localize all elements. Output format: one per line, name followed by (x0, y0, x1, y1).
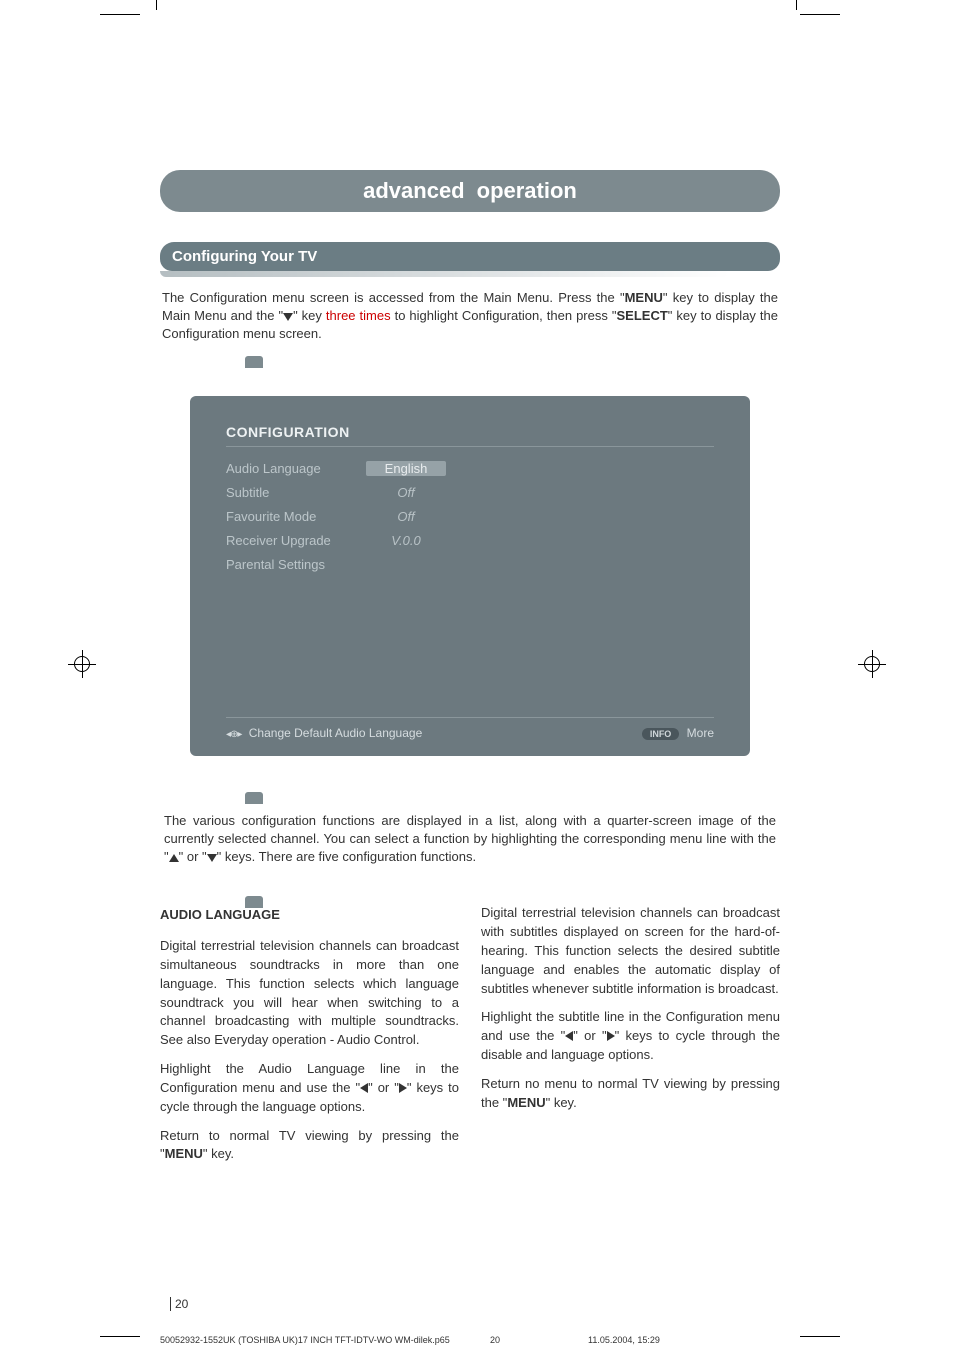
intro-paragraph: The Configuration menu screen is accesse… (160, 289, 780, 344)
explain-box: The various configuration functions are … (160, 800, 780, 879)
osd-hint-left: ◂⊕▸ Change Default Audio Language (226, 726, 422, 740)
crop-mark (156, 0, 157, 10)
osd-label: Subtitle (226, 485, 366, 500)
explain-paragraph: The various configuration functions are … (164, 812, 776, 867)
arrow-right-icon (399, 1083, 407, 1093)
column-right: Digital terrestrial television channels … (481, 904, 780, 1174)
configuration-menu: CONFIGURATION Audio Language English Sub… (190, 396, 750, 756)
osd-label: Favourite Mode (226, 509, 366, 524)
divider (226, 717, 714, 718)
osd-hint-text: Change Default Audio Language (249, 726, 422, 740)
header-word-2: operation (477, 178, 577, 204)
osd-value: English (366, 461, 446, 476)
col-text: " key. (546, 1095, 577, 1110)
column-left: AUDIO LANGUAGE Digital terrestrial telev… (160, 904, 459, 1174)
osd-row-audio-language: Audio Language English (226, 457, 714, 481)
arrow-right-icon (607, 1031, 615, 1041)
info-badge-icon: INFO (642, 728, 680, 740)
col-paragraph: Return to normal TV viewing by pressing … (160, 1127, 459, 1165)
page-content: advanced operation Configuring Your TV T… (160, 20, 780, 1280)
col-text: " or " (573, 1028, 606, 1043)
arrow-left-icon (360, 1083, 368, 1093)
menu-key-label: MENU (165, 1146, 203, 1161)
select-key-label: SELECT (616, 308, 667, 323)
osd-footer: ◂⊕▸ Change Default Audio Language INFO M… (226, 717, 714, 740)
explain-text: " or " (179, 849, 207, 864)
crop-mark (100, 1336, 140, 1337)
col-paragraph: Digital terrestrial television channels … (160, 937, 459, 1050)
osd-hint-text: More (687, 726, 714, 740)
osd-row-subtitle: Subtitle Off (226, 481, 714, 505)
footer-filename: 50052932-1552UK (TOSHIBA UK)17 INCH TFT-… (160, 1335, 450, 1345)
osd-title: CONFIGURATION (226, 424, 714, 440)
menu-key-label: MENU (625, 290, 663, 305)
tab-notch-icon (245, 356, 263, 368)
header-word-1: advanced (363, 178, 465, 204)
col-paragraph: Return no menu to normal TV viewing by p… (481, 1075, 780, 1113)
col-paragraph: Highlight the subtitle line in the Confi… (481, 1008, 780, 1065)
divider (226, 446, 714, 447)
osd-label: Parental Settings (226, 557, 366, 572)
tab-notch-icon (245, 896, 263, 908)
menu-key-label: MENU (507, 1095, 545, 1110)
crop-mark (100, 14, 140, 15)
explain-text: " keys. There are five configuration fun… (217, 849, 476, 864)
intro-text: to highlight Configuration, then press " (391, 308, 617, 323)
page-number-value: 20 (175, 1297, 188, 1311)
arrow-down-icon (207, 854, 217, 862)
arrow-up-icon (169, 854, 179, 862)
section-header: Configuring Your TV (160, 242, 780, 271)
osd-value: Off (366, 509, 446, 524)
section-title: Configuring Your TV (172, 248, 317, 265)
osd-value: Off (366, 485, 446, 500)
osd-value: V.0.0 (366, 533, 446, 548)
osd-hint-right: INFO More (642, 726, 714, 740)
nav-arrows-icon: ◂⊕▸ (226, 729, 241, 740)
arrow-down-icon (283, 313, 293, 321)
col-paragraph: Highlight the Audio Language line in the… (160, 1060, 459, 1117)
intro-red-text: three times (326, 308, 391, 323)
page-number: 20 (170, 1297, 188, 1311)
crop-mark (800, 14, 840, 15)
registration-mark-icon (68, 650, 96, 678)
col-text: " or " (368, 1080, 399, 1095)
osd-row-receiver-upgrade: Receiver Upgrade V.0.0 (226, 529, 714, 553)
intro-text: The Configuration menu screen is accesse… (162, 290, 625, 305)
registration-mark-icon (858, 650, 886, 678)
footer-metadata: 50052932-1552UK (TOSHIBA UK)17 INCH TFT-… (160, 1335, 874, 1345)
two-column-section: AUDIO LANGUAGE Digital terrestrial telev… (160, 904, 780, 1174)
osd-label: Audio Language (226, 461, 366, 476)
col-paragraph: Digital terrestrial television channels … (481, 904, 780, 998)
crop-mark (796, 0, 797, 10)
footer-datetime: 11.05.2004, 15:29 (588, 1335, 660, 1345)
osd-label: Receiver Upgrade (226, 533, 366, 548)
intro-text: " key (293, 308, 326, 323)
audio-language-heading: AUDIO LANGUAGE (160, 906, 459, 925)
chapter-header: advanced operation (160, 170, 780, 212)
col-text: " key. (203, 1146, 234, 1161)
osd-row-favourite-mode: Favourite Mode Off (226, 505, 714, 529)
page-number-bar (170, 1297, 171, 1311)
osd-row-parental-settings: Parental Settings (226, 553, 714, 577)
footer-page: 20 (490, 1335, 500, 1345)
tab-notch-icon (245, 792, 263, 804)
osd-screenshot: CONFIGURATION Audio Language English Sub… (160, 366, 780, 776)
